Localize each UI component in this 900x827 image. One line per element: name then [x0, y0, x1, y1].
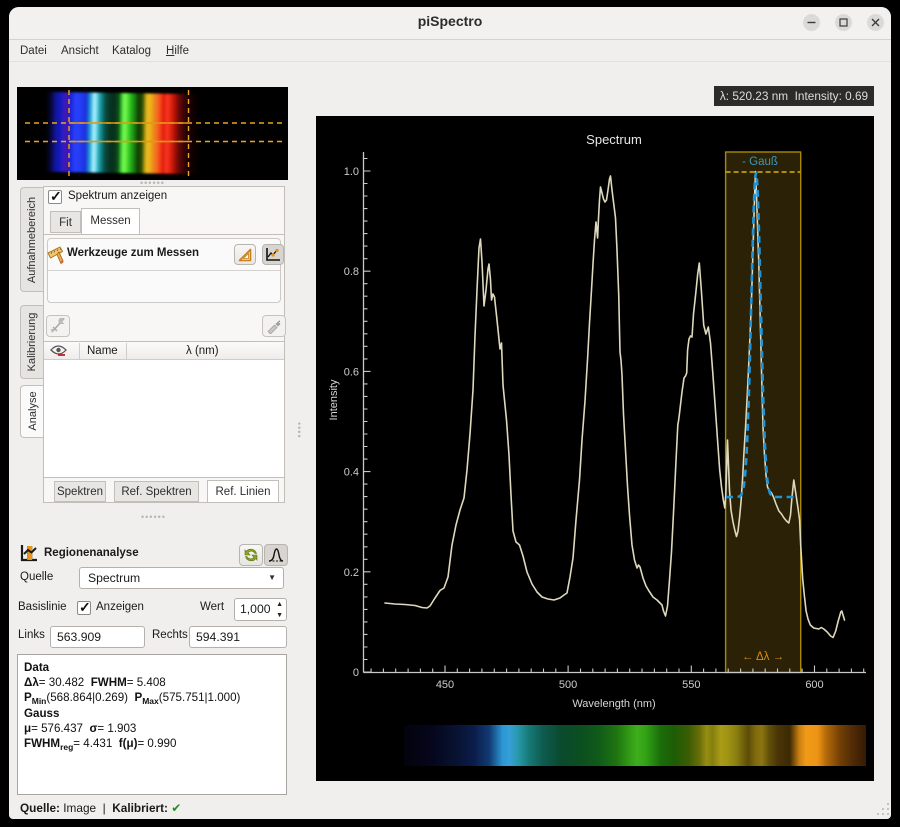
svg-text:450: 450: [436, 679, 454, 691]
svg-text:1.0: 1.0: [344, 166, 359, 178]
svg-text:Wavelength (nm): Wavelength (nm): [572, 698, 655, 710]
svg-text:0.8: 0.8: [344, 266, 359, 278]
svg-text:550: 550: [682, 679, 700, 691]
svg-text:0.2: 0.2: [344, 567, 359, 579]
svg-text:0: 0: [353, 667, 359, 679]
svg-text:0.4: 0.4: [344, 467, 359, 479]
svg-text:Intensity: Intensity: [328, 379, 340, 420]
svg-text:600: 600: [805, 679, 823, 691]
svg-text:← Δλ →: ← Δλ →: [742, 651, 784, 663]
svg-text:500: 500: [559, 679, 577, 691]
svg-text:Spectrum: Spectrum: [586, 132, 642, 147]
svg-text:0.6: 0.6: [344, 366, 359, 378]
svg-text:- Gauß: - Gauß: [742, 156, 778, 168]
